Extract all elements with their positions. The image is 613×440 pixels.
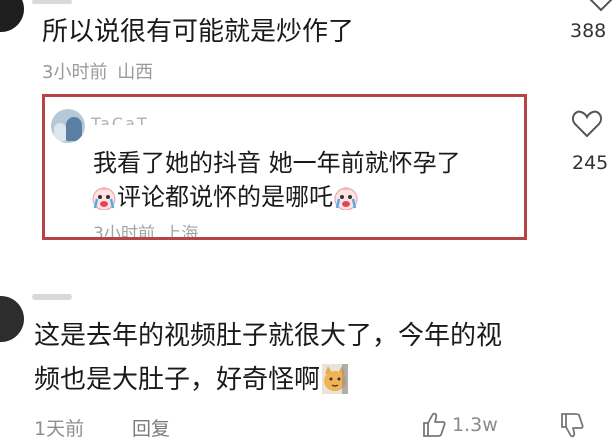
comment-time: 3小时前 [42,62,108,83]
username-placeholder [32,0,72,4]
username-placeholder [32,294,72,300]
cat-sticker [322,364,349,394]
comment-text-line2: 频也是大肚子，好奇怪啊 [34,365,321,395]
comment-text-line1: 这是去年的视频肚子就很大了，今年的视 [34,321,503,351]
reply-avatar[interactable] [51,109,85,143]
comment-location: 山西 [117,62,154,83]
reply-text-line2-row: 评论都说怀的是哪吒 [91,181,359,213]
heart-outline-icon[interactable] [572,110,602,138]
comment-text-line2-row: 频也是大肚子，好奇怪啊 [34,362,349,398]
reply-text-line1: 我看了她的抖音 她一年前就怀孕了 [93,149,461,177]
avatar[interactable] [0,0,24,32]
comment-thread: 所以说很有可能就是炒作了 3小时前 山西 388 TaCaT 我看了她的抖音 她… [0,0,613,440]
thumbs-down-icon[interactable] [560,412,584,438]
avatar[interactable] [0,296,24,342]
reply-text-line2: 评论都说怀的是哪吒 [117,183,333,211]
reply-username[interactable]: TaCaT [91,113,149,125]
comment-text: 所以说很有可能就是炒作了 [42,17,355,47]
comment-time: 1天前 [34,418,85,440]
comment-meta: 3小时前 山西 [42,58,153,84]
like-count: 245 [572,152,609,174]
reply-meta: 3小时前 上海 [93,223,198,237]
highlighted-reply: TaCaT 我看了她的抖音 她一年前就怀孕了 评论都说怀的是哪吒 3小时前 上海 [42,94,527,240]
crying-face-emoji [92,187,116,210]
like-count: 388 [570,20,607,42]
crying-face-emoji [334,187,358,210]
like-count: 1.3w [452,414,498,436]
heart-outline-icon[interactable] [586,0,613,12]
thumbs-up-icon[interactable] [422,412,446,438]
reply-time: 3小时前 [93,224,155,237]
reply-button[interactable]: 回复 [132,414,170,440]
reply-location: 上海 [164,224,199,237]
